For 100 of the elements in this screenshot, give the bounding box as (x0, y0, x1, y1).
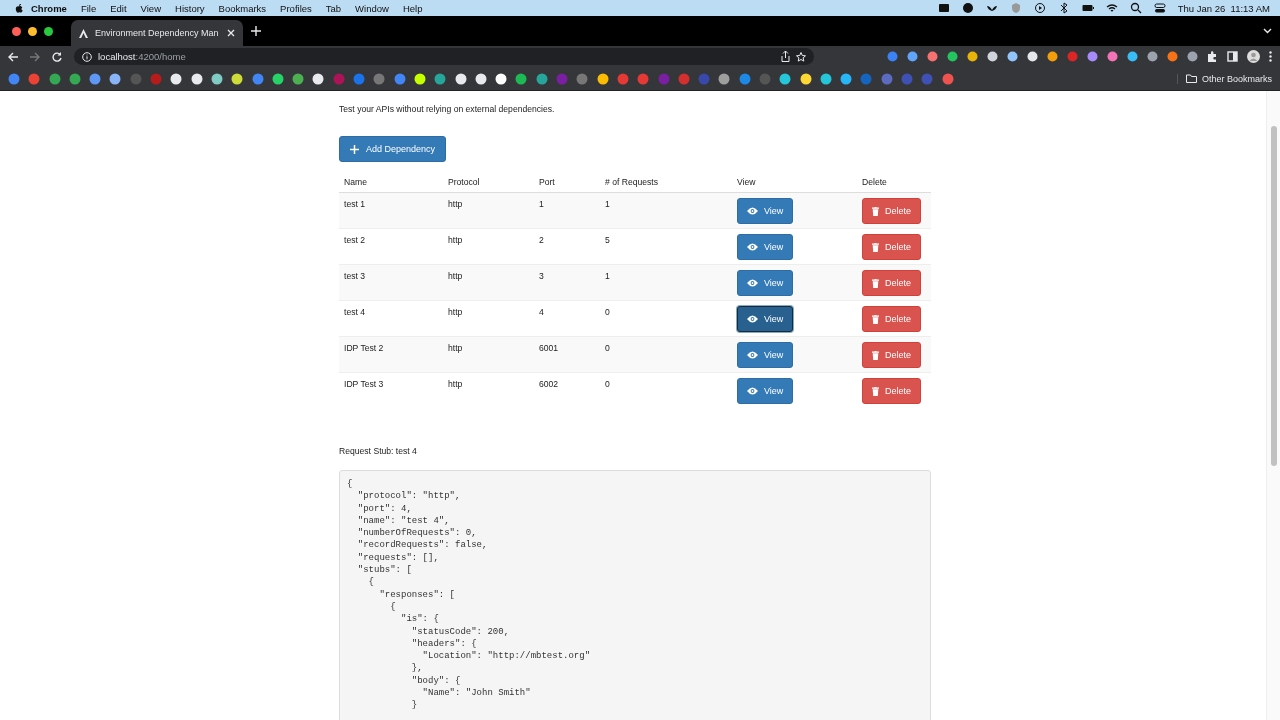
view-button[interactable]: View (737, 198, 794, 224)
delete-button[interactable]: Delete (862, 198, 921, 224)
bookmark-icon[interactable] (596, 72, 609, 85)
bookmark-icon[interactable] (312, 72, 325, 85)
bookmark-icon[interactable] (231, 72, 244, 85)
delete-button[interactable]: Delete (862, 270, 921, 296)
extension-icon[interactable] (1027, 51, 1038, 62)
code-line: "body": { (410, 674, 462, 688)
menu-item[interactable]: Help (395, 2, 430, 14)
code-line: { (347, 478, 354, 491)
minimize-window-icon[interactable] (28, 26, 37, 36)
view-button[interactable]: View (737, 234, 794, 260)
search-icon[interactable] (1129, 2, 1142, 14)
bookmark-icon[interactable] (474, 72, 487, 85)
new-tab-icon[interactable] (251, 26, 261, 36)
delete-button[interactable]: Delete (862, 234, 921, 260)
wifi-icon[interactable] (1105, 2, 1118, 14)
stub-title: Request Stub: test 4 (339, 446, 418, 456)
bookmark-icon[interactable] (779, 72, 792, 85)
extension-icon[interactable] (1167, 51, 1178, 62)
extension-icon[interactable] (987, 51, 998, 62)
extension-icon[interactable] (927, 51, 938, 62)
menu-item[interactable]: Profiles (273, 2, 319, 14)
bookmark-icon[interactable] (271, 72, 284, 85)
view-button[interactable]: View (737, 270, 794, 296)
view-button[interactable]: View (737, 306, 794, 332)
table-cell: 1 (534, 192, 600, 229)
other-bookmarks[interactable]: Other Bookmarks (1176, 73, 1272, 84)
code-line: "stubs": [ (356, 564, 413, 577)
close-window-icon[interactable] (12, 26, 21, 36)
extension-icon[interactable] (1087, 51, 1098, 62)
address-bar[interactable]: localhost:4200/home (74, 48, 814, 65)
code-line: "statusCode": 200, (410, 625, 511, 638)
menu-item[interactable]: History (168, 2, 212, 14)
eye-icon (747, 351, 758, 359)
extension-icon[interactable] (1047, 51, 1058, 62)
control-center-icon[interactable] (1153, 2, 1166, 14)
share-icon[interactable] (781, 51, 790, 62)
bookmark-icon[interactable] (819, 72, 832, 85)
trash-icon (872, 350, 879, 360)
extension-icon[interactable] (967, 51, 978, 62)
scrollbar[interactable] (1266, 91, 1280, 720)
bookmark-icon[interactable] (454, 72, 467, 85)
bookmark-icon[interactable] (170, 72, 183, 85)
code-line: { (367, 576, 375, 589)
column-header: View (732, 177, 857, 193)
star-icon[interactable] (796, 51, 806, 62)
code-line: "protocol": "http", (356, 490, 462, 503)
close-icon[interactable] (227, 29, 235, 37)
reload-icon[interactable] (52, 51, 62, 62)
code-line: }, (410, 662, 424, 675)
menu-item[interactable]: View (133, 2, 168, 14)
puzzle-icon[interactable] (1207, 51, 1218, 62)
zoom-window-icon[interactable] (44, 26, 53, 36)
play-icon[interactable] (1033, 2, 1046, 14)
delete-button[interactable]: Delete (862, 342, 921, 368)
bookmark-icon[interactable] (840, 72, 853, 85)
extension-icon[interactable] (947, 51, 958, 62)
bookmark-icon[interactable] (210, 72, 223, 85)
menu-item[interactable]: Chrome (24, 2, 74, 14)
bookmark-icon[interactable] (109, 72, 122, 85)
browser-tab[interactable]: Environment Dependency Man (71, 20, 243, 46)
extension-icon[interactable] (907, 51, 918, 62)
code-line: { (389, 600, 397, 614)
column-header: Port (534, 177, 600, 193)
bookmark-icon[interactable] (495, 72, 508, 85)
bookmark-icon[interactable] (190, 72, 203, 85)
eye-icon (747, 207, 758, 215)
bookmark-icon[interactable] (799, 72, 812, 85)
code-line: "Location": "http://mbtest.org" (421, 650, 592, 663)
trash-icon (872, 242, 879, 252)
extension-icon[interactable] (1187, 51, 1198, 62)
menu-clock[interactable]: Thu Jan 26 11:13 AM (1177, 2, 1270, 14)
side-panel-icon[interactable] (1227, 51, 1238, 62)
battery-icon[interactable] (1081, 2, 1094, 14)
extension-icon[interactable] (1127, 51, 1138, 62)
avatar-icon[interactable] (1247, 50, 1260, 63)
eye-icon (747, 387, 758, 395)
delete-button[interactable]: Delete (862, 306, 921, 332)
menu-item[interactable]: Window (348, 2, 396, 14)
add-dependency-button[interactable]: Add Dependency (339, 136, 447, 162)
trash-icon (872, 314, 879, 324)
menu-item[interactable]: Bookmarks (211, 2, 274, 14)
tab-list-icon[interactable] (1263, 28, 1272, 34)
back-icon[interactable] (8, 51, 18, 62)
table-cell: test 1 (339, 192, 443, 229)
view-button[interactable]: View (737, 378, 794, 404)
extension-icon[interactable] (1007, 51, 1018, 62)
delete-button[interactable]: Delete (862, 378, 921, 404)
menu-item[interactable]: Edit (103, 2, 134, 14)
bookmark-icon[interactable] (413, 72, 426, 85)
menu-item[interactable]: File (73, 2, 104, 14)
more-menu-icon[interactable] (1269, 51, 1272, 62)
menu-item[interactable]: Tab (318, 2, 349, 14)
table-cell: 3 (534, 264, 600, 301)
extension-icon[interactable] (1147, 51, 1158, 62)
extension-icon[interactable] (1107, 51, 1118, 62)
apple-icon[interactable] (14, 2, 24, 14)
view-button[interactable]: View (737, 342, 794, 368)
subtitle: Test your APIs without relying on external dependencies. (339, 104, 556, 114)
